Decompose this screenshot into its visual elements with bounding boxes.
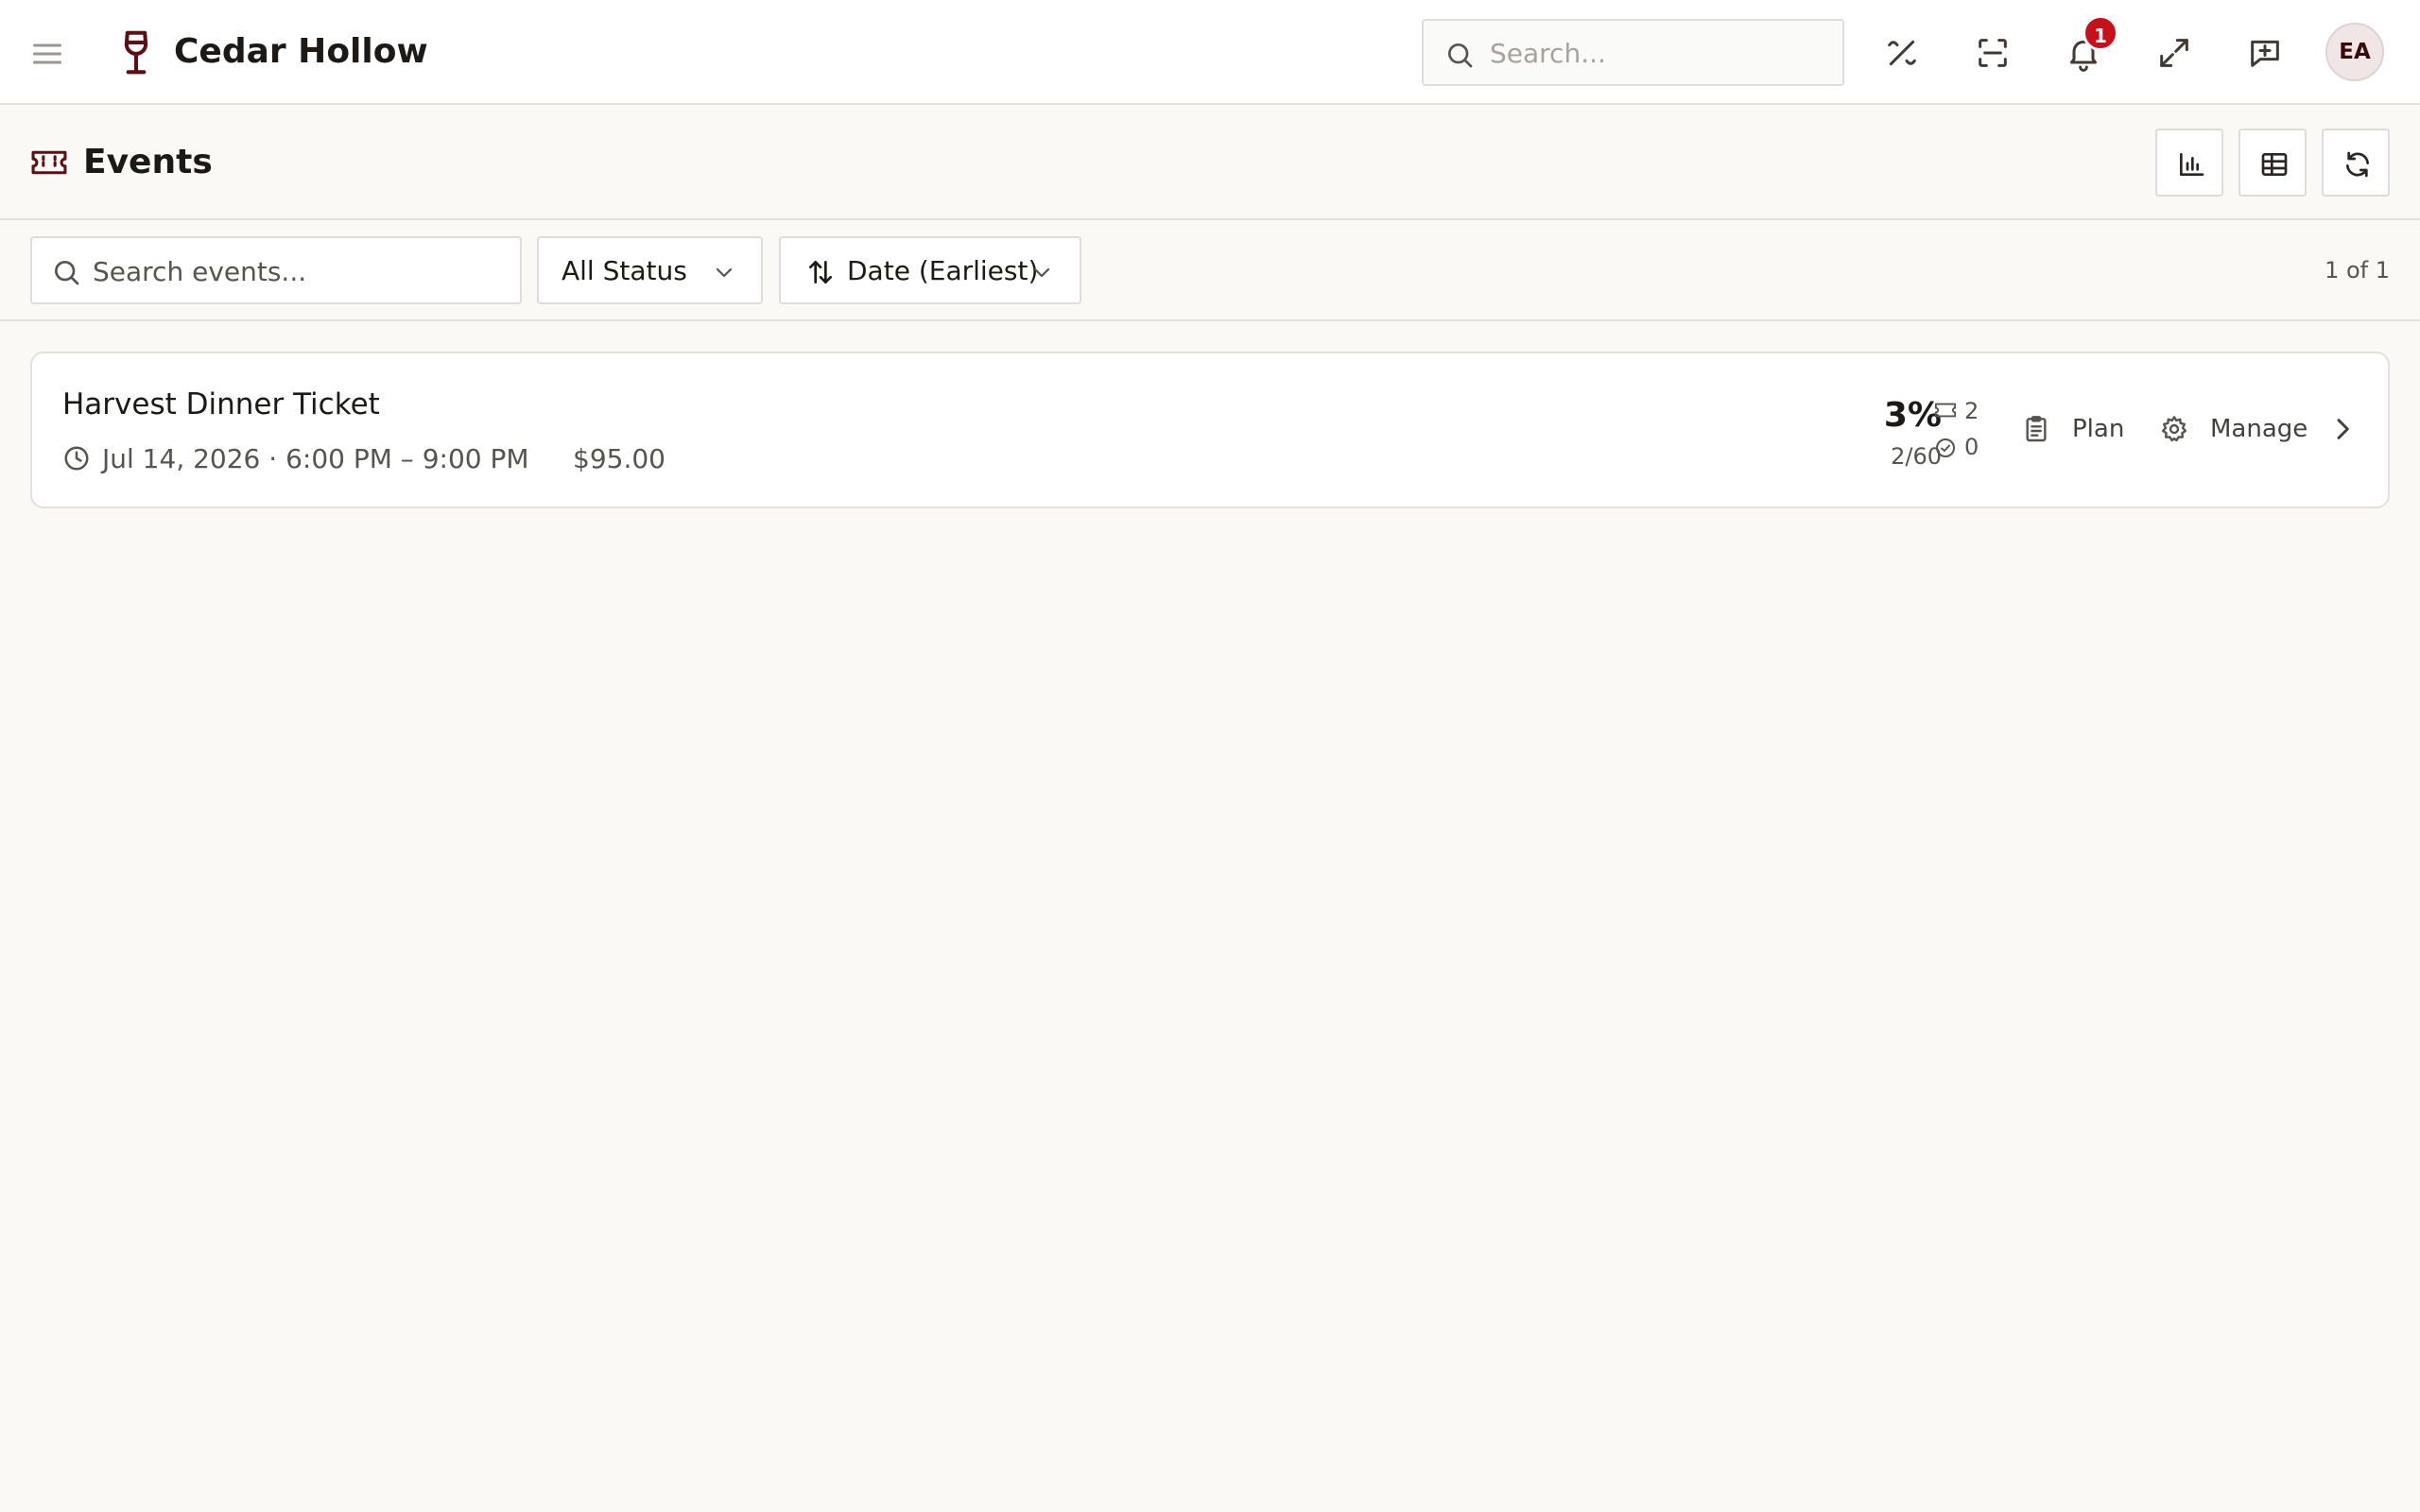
wine-glass-icon	[118, 30, 154, 76]
event-tickets-count: 2	[1964, 398, 1979, 424]
notification-badge: 1	[2083, 15, 2118, 51]
clock-icon	[62, 444, 91, 472]
event-datetime: Jul 14, 2026 · 6:00 PM – 9:00 PM	[102, 443, 529, 474]
global-search-input[interactable]	[1490, 32, 1830, 74]
table-icon	[2261, 153, 2288, 176]
filter-bar: All Status Date (Earliest) 1 of 1	[0, 220, 2420, 321]
event-checked-in-count: 0	[1964, 434, 1979, 460]
sort-select[interactable]: Date (Earliest)	[779, 236, 1081, 304]
user-avatar[interactable]: EA	[2325, 23, 2384, 81]
pagination-text: 1 of 1	[2325, 257, 2390, 284]
hamburger-menu-icon[interactable]	[30, 37, 64, 71]
sort-arrows-icon	[805, 257, 836, 287]
status-filter-select[interactable]: All Status	[537, 236, 763, 304]
event-sold-ratio: 2/60	[1891, 443, 1942, 470]
refresh-button[interactable]	[2322, 129, 2390, 197]
top-bar: Cedar Hollow 1	[0, 0, 2420, 105]
percent-tag-icon[interactable]	[1883, 34, 1921, 72]
check-circle-icon	[1934, 437, 1957, 459]
event-title: Harvest Dinner Ticket	[62, 387, 380, 421]
event-price: $95.00	[573, 443, 666, 474]
chevron-right-icon[interactable]	[2327, 414, 2358, 444]
chevron-down-icon	[1030, 261, 1053, 284]
brand-name[interactable]: Cedar Hollow	[174, 28, 428, 76]
bar-chart-icon	[2180, 153, 2204, 176]
page-title: Events	[83, 143, 213, 181]
ticket-icon	[1934, 401, 1957, 423]
plan-button[interactable]: Plan	[2021, 410, 2153, 448]
chevron-down-icon	[713, 261, 735, 284]
scan-icon[interactable]	[1974, 34, 2012, 72]
plan-label: Plan	[2072, 415, 2125, 443]
page-header: Events	[0, 105, 2420, 220]
table-view-button[interactable]	[2238, 129, 2307, 197]
manage-button[interactable]: Manage	[2159, 410, 2329, 448]
analytics-button[interactable]	[2155, 129, 2223, 197]
event-card[interactable]: Harvest Dinner Ticket Jul 14, 2026 · 6:0…	[30, 352, 2390, 508]
refresh-icon	[2346, 151, 2369, 178]
event-search-input[interactable]	[93, 250, 509, 292]
search-icon	[51, 257, 81, 287]
expand-icon[interactable]	[2155, 34, 2193, 72]
sort-value: Date (Earliest)	[847, 255, 1039, 286]
search-icon	[1444, 40, 1475, 70]
status-filter-value: All Status	[562, 255, 687, 286]
global-search	[1422, 19, 1844, 86]
clipboard-icon	[2026, 416, 2047, 442]
ticket-icon	[30, 147, 68, 178]
event-search	[30, 236, 522, 304]
feedback-icon[interactable]	[2246, 34, 2284, 72]
gear-icon	[2161, 416, 2187, 442]
manage-label: Manage	[2210, 415, 2308, 443]
event-fill-percent: 3%	[1883, 396, 1942, 435]
